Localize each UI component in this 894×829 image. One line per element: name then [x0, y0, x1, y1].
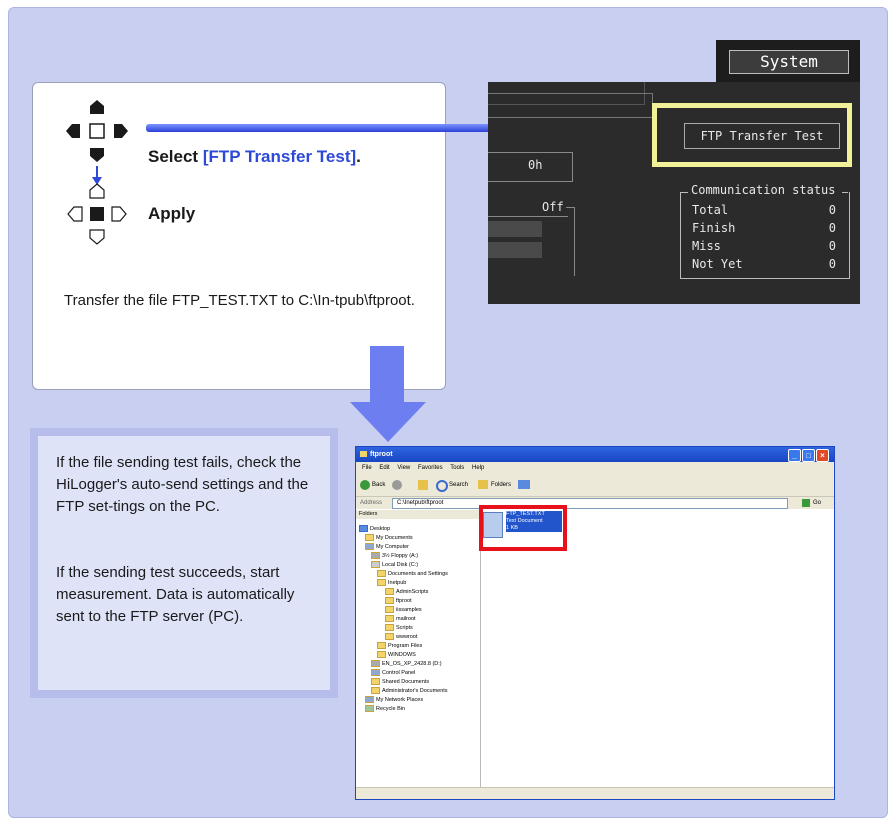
tree-item-my-computer[interactable]: My Computer: [365, 543, 409, 551]
tree-item-scripts[interactable]: Scripts: [385, 624, 413, 632]
go-button[interactable]: Go: [813, 497, 821, 509]
horizontal-scrollbar[interactable]: [356, 787, 834, 799]
down-flow-arrow-shaft: [370, 346, 404, 404]
folders-button[interactable]: Folders: [491, 482, 511, 488]
tree-item-iissamples[interactable]: iissamples: [385, 606, 422, 614]
menu-file[interactable]: File: [362, 465, 372, 471]
menu-edit[interactable]: Edit: [379, 465, 389, 471]
off-field[interactable]: Off: [542, 200, 564, 214]
menu-favorites[interactable]: Favorites: [418, 465, 443, 471]
menu-view[interactable]: View: [397, 465, 410, 471]
tree-item-cd-drive[interactable]: EN_OS_XP_2428.8 (D:): [371, 660, 442, 668]
tree-item-admin-documents[interactable]: Administrator's Documents: [371, 687, 448, 695]
select-target: [FTP Transfer Test]: [202, 147, 357, 166]
up-folder-icon[interactable]: [418, 480, 428, 490]
address-input[interactable]: C:\Inetpub\ftproot: [392, 498, 788, 509]
tree-item-shared-documents[interactable]: Shared Documents: [371, 678, 429, 686]
menu-help[interactable]: Help: [472, 465, 484, 471]
dpad-select-icon: [66, 100, 128, 164]
success-text: If the sending test succeeds, start meas…: [56, 564, 295, 625]
tree-item-windows[interactable]: WINDOWS: [377, 651, 416, 659]
ftp-transfer-test-button[interactable]: FTP Transfer Test: [684, 123, 840, 149]
comm-value-notyet: 0: [828, 257, 836, 271]
tree-item-my-documents[interactable]: My Documents: [365, 534, 413, 542]
minimize-icon[interactable]: _: [788, 449, 801, 462]
back-button[interactable]: Back: [372, 482, 385, 488]
explorer-menubar: File Edit View Favorites Tools Help: [356, 462, 834, 474]
tree-item-adminscripts[interactable]: AdminScripts: [385, 588, 428, 596]
comm-label-notyet: Not Yet: [692, 257, 743, 271]
comm-label-total: Total: [692, 203, 729, 217]
ftp-test-highlight: FTP Transfer Test: [652, 103, 852, 167]
menu-tools[interactable]: Tools: [450, 465, 464, 471]
tree-item-program-files[interactable]: Program Files: [377, 642, 422, 650]
tree-item-local-disk[interactable]: Local Disk (C:): [371, 561, 418, 569]
apply-instruction: Apply: [148, 204, 196, 223]
forward-icon[interactable]: [392, 480, 402, 490]
close-icon[interactable]: ×: [816, 449, 829, 462]
select-instruction: Select [FTP Transfer Test].: [148, 147, 361, 166]
tree-item-recycle-bin[interactable]: Recycle Bin: [365, 705, 405, 713]
tree-item-mailroot[interactable]: mailroot: [385, 615, 416, 623]
tree-item-wwwroot[interactable]: wwwroot: [385, 633, 417, 641]
back-icon[interactable]: [360, 480, 370, 490]
explorer-window: ftproot _ □ × File Edit View Favorites T…: [355, 446, 835, 800]
file-highlight-box: [479, 505, 567, 551]
comm-label-finish: Finish: [692, 221, 736, 235]
system-tab[interactable]: System: [716, 40, 860, 84]
comm-value-finish: 0: [828, 221, 836, 235]
info-box: If the file sending test fails, check th…: [30, 428, 338, 698]
folders-header: Folders: [356, 510, 480, 519]
down-flow-arrow-head: [350, 402, 426, 442]
fail-text: If the file sending test fails, check th…: [56, 454, 309, 515]
views-icon[interactable]: [518, 480, 530, 489]
dpad-apply-icon: [66, 182, 128, 246]
folder-tree: Folders Desktop My Documents My Computer…: [356, 510, 481, 797]
comm-status-title: Communication status: [690, 183, 837, 197]
tree-item-desktop[interactable]: Desktop: [359, 525, 390, 533]
tree-item-documents-and-settings[interactable]: Documents and Settings: [377, 570, 448, 578]
comm-label-miss: Miss: [692, 239, 721, 253]
tree-item-floppy[interactable]: 3½ Floppy (A:): [371, 552, 418, 560]
explorer-toolbar: Back Search Folders: [356, 474, 834, 497]
maximize-icon[interactable]: □: [802, 449, 815, 462]
address-bar: Address C:\Inetpub\ftproot Go: [356, 497, 834, 509]
tree-item-network-places[interactable]: My Network Places: [365, 696, 423, 704]
comm-value-miss: 0: [828, 239, 836, 253]
explorer-titlebar: ftproot _ □ ×: [356, 447, 834, 462]
hours-field[interactable]: 0h: [528, 158, 542, 172]
address-label: Address: [360, 500, 383, 506]
search-button[interactable]: Search: [449, 482, 468, 488]
go-icon[interactable]: [802, 499, 810, 507]
transfer-note: Transfer the file FTP_TEST.TXT to C:\In-…: [64, 292, 415, 309]
tree-item-ftproot[interactable]: ftproot: [385, 597, 412, 605]
tree-item-inetpub[interactable]: Inetpub: [377, 579, 406, 587]
tree-item-control-panel[interactable]: Control Panel: [371, 669, 415, 677]
search-icon[interactable]: [436, 480, 448, 492]
comm-value-total: 0: [828, 203, 836, 217]
folders-icon[interactable]: [478, 480, 488, 489]
